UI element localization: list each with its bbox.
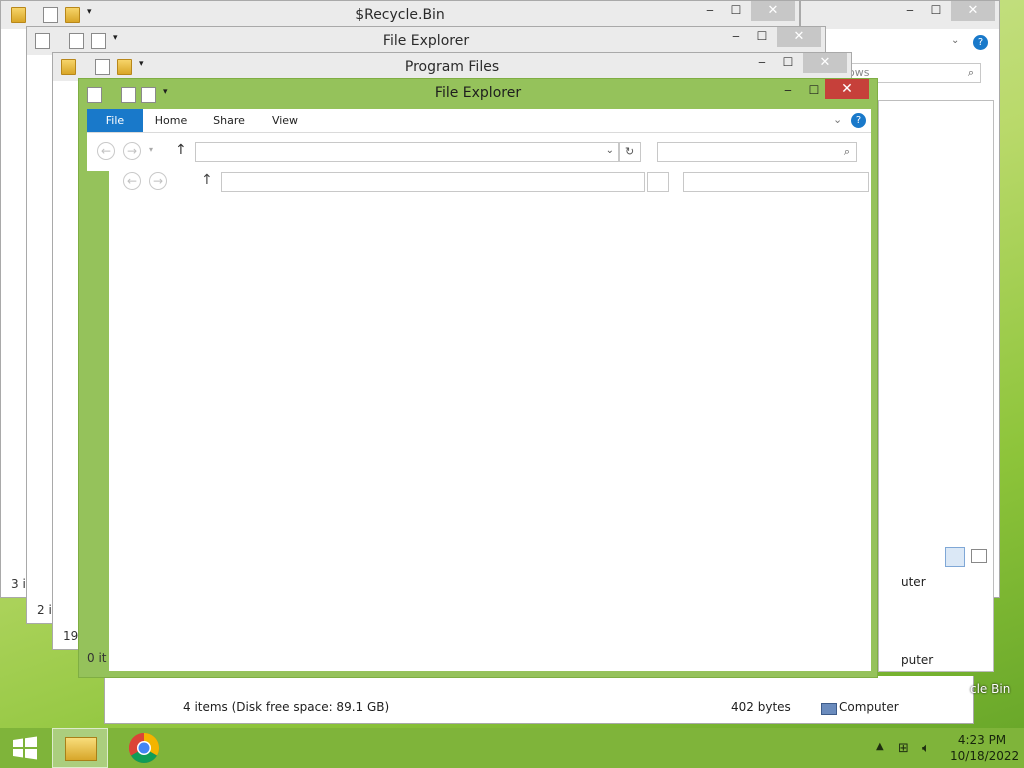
file-explorer-window-back[interactable]: 4 items (Disk free space: 89.1 GB) 402 b…	[104, 676, 974, 724]
refresh-button[interactable]: ↻	[619, 142, 641, 162]
notifications-icon[interactable]: ▲	[876, 741, 884, 752]
address-bar	[221, 172, 645, 192]
clock[interactable]: 4:23 PM 10/18/2022	[950, 733, 1020, 763]
clock-date: 10/18/2022	[950, 749, 1020, 763]
chevron-down-icon[interactable]: ⌄	[606, 145, 614, 156]
back-icon[interactable]: ←	[97, 142, 115, 160]
search-input[interactable]: ⌕	[657, 142, 857, 162]
back-icon: ←	[123, 172, 141, 190]
chrome-taskbar-button[interactable]	[120, 728, 168, 768]
search-input	[683, 172, 869, 192]
title-bar[interactable]: ‒ ☐ ✕	[801, 1, 999, 29]
minimize-button[interactable]: ‒	[697, 1, 723, 21]
clock-time: 4:23 PM	[957, 733, 1007, 747]
up-icon[interactable]: ↑	[175, 142, 187, 158]
maximize-button[interactable]: ☐	[749, 27, 775, 47]
refresh-icon: ↻	[625, 145, 635, 158]
window-title: Program Files	[404, 59, 500, 75]
search-icon: ⌕	[967, 66, 974, 79]
windows-start-icon	[13, 736, 37, 760]
forward-icon[interactable]: →	[123, 142, 141, 160]
refresh-button	[647, 172, 669, 192]
title-bar[interactable]: ▾ $Recycle.Bin ‒ ☐ ✕	[1, 1, 799, 29]
details-view-icon[interactable]	[945, 547, 965, 567]
title-bar[interactable]: ▾ File Explorer ‒ ☐ ✕	[27, 27, 825, 55]
close-button[interactable]: ✕	[777, 27, 821, 47]
ghost-navigation-bar: ← → ↑	[109, 171, 871, 193]
close-button[interactable]: ✕	[751, 1, 795, 21]
desktop: ▾ $Recycle.Bin ‒ ☐ ✕ 3 it ‒ ☐ ✕ ⌄ ? ows …	[0, 0, 1024, 728]
status-text: uter	[901, 575, 926, 589]
maximize-button[interactable]: ☐	[775, 53, 801, 73]
maximize-button[interactable]: ☐	[801, 81, 827, 101]
chrome-icon	[128, 733, 160, 764]
forward-icon: →	[149, 172, 167, 190]
minimize-button[interactable]: ‒	[897, 1, 923, 21]
help-icon[interactable]: ?	[851, 113, 866, 128]
up-icon: ↑	[201, 172, 213, 188]
tab-view[interactable]: View	[265, 109, 305, 132]
minimize-button[interactable]: ‒	[723, 27, 749, 47]
file-explorer-window[interactable]: ▾ File Explorer ‒ ☐ ✕ File Home Share Vi…	[78, 78, 878, 678]
recent-locations-icon[interactable]: ▾	[149, 145, 153, 154]
tab-file[interactable]: File	[87, 109, 143, 132]
close-button[interactable]: ✕	[825, 79, 869, 99]
file-explorer-taskbar-button[interactable]	[52, 728, 108, 768]
title-bar[interactable]: ▾ Program Files ‒ ☐ ✕	[53, 53, 851, 81]
navigation-bar: ← → ▾ ↑ ⌄ ↻ ⌕	[87, 133, 871, 171]
chevron-down-icon[interactable]: ⌄	[833, 113, 842, 126]
help-icon[interactable]: ?	[973, 35, 988, 50]
chevron-down-icon[interactable]: ⌄	[951, 35, 959, 46]
window-title: $Recycle.Bin	[355, 7, 445, 23]
ribbon: File Home Share View ⌄ ?	[87, 109, 871, 133]
status-size: 402 bytes	[731, 700, 791, 714]
address-bar[interactable]: ⌄	[195, 142, 619, 162]
start-button[interactable]	[8, 728, 42, 768]
file-explorer-icon	[65, 737, 97, 761]
taskbar: ▲ ⊞ 🔈︎ 4:23 PM 10/18/2022	[0, 728, 1024, 768]
network-icon[interactable]: ⊞	[898, 741, 909, 756]
recycle-bin-label[interactable]: cle Bin	[970, 682, 1010, 696]
window-title: File Explorer	[434, 85, 522, 101]
computer-icon	[821, 703, 837, 715]
tab-share[interactable]: Share	[209, 109, 249, 132]
minimize-button[interactable]: ‒	[775, 81, 801, 101]
large-icons-view-icon[interactable]	[971, 549, 987, 563]
file-list-area[interactable]	[109, 193, 871, 671]
window-title: File Explorer	[382, 33, 470, 49]
status-bar: 0 it	[87, 651, 107, 665]
close-button[interactable]: ✕	[951, 1, 995, 21]
volume-icon[interactable]: 🔈︎	[922, 741, 930, 756]
search-icon: ⌕	[843, 145, 850, 158]
status-items: 4 items (Disk free space: 89.1 GB)	[183, 700, 390, 714]
close-button[interactable]: ✕	[803, 53, 847, 73]
tab-home[interactable]: Home	[151, 109, 191, 132]
minimize-button[interactable]: ‒	[749, 53, 775, 73]
maximize-button[interactable]: ☐	[723, 1, 749, 21]
status-location: Computer	[839, 700, 899, 714]
side-panel: uter puter	[878, 100, 994, 672]
maximize-button[interactable]: ☐	[923, 1, 949, 21]
status-text-2: puter	[901, 653, 934, 667]
